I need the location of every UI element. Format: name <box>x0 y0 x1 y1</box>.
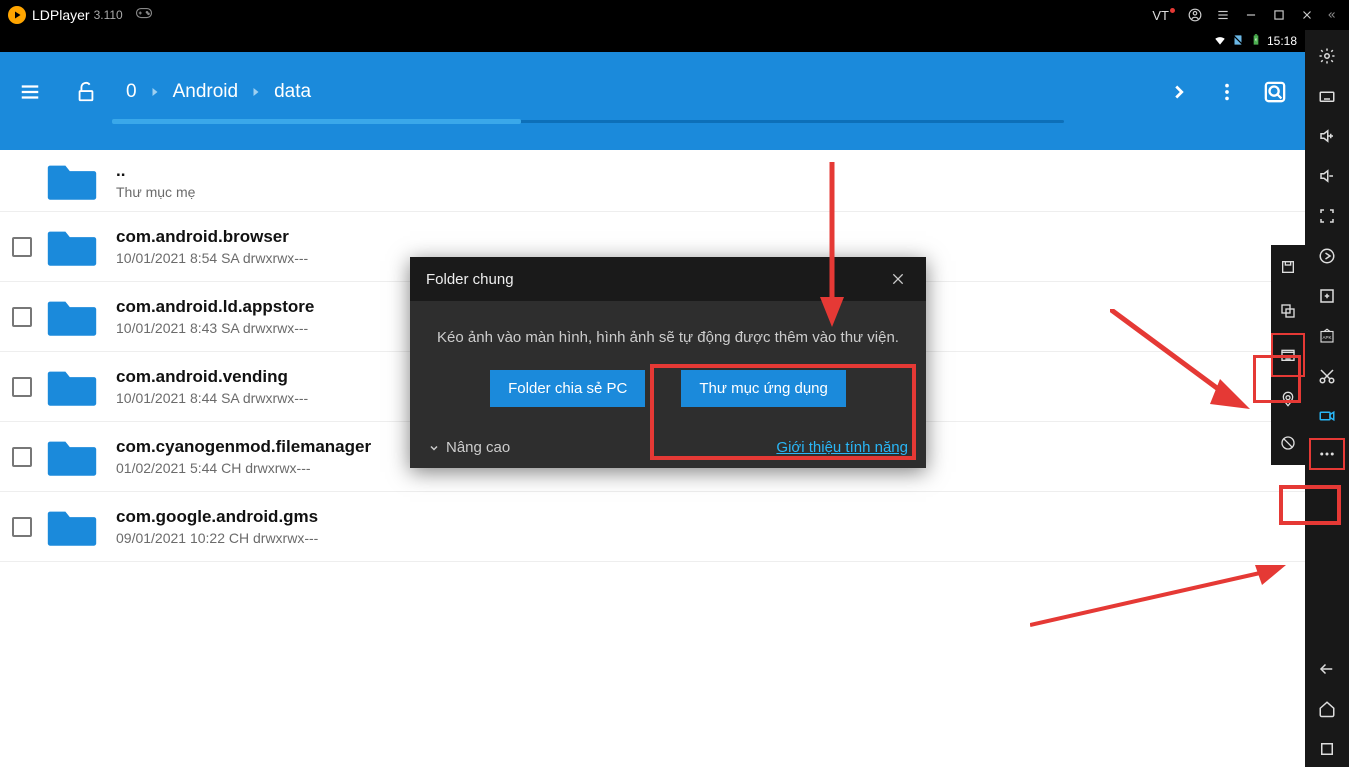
battery-icon <box>1249 33 1263 50</box>
dialog-title: Folder chung <box>426 271 514 288</box>
file-name: .. <box>116 159 1293 183</box>
dialog-description: Kéo ảnh vào màn hình, hình ảnh sẽ tự độn… <box>434 329 902 346</box>
svg-text:APK: APK <box>1322 335 1331 340</box>
android-status-bar: 15:18 <box>0 30 1305 52</box>
wifi-icon <box>1213 33 1227 50</box>
file-name: com.google.android.gms <box>116 505 1293 529</box>
app-folder-button[interactable]: Thư mục ứng dụng <box>681 370 845 407</box>
volume-up-icon[interactable] <box>1309 118 1345 154</box>
folder-icon <box>42 158 102 204</box>
search-icon[interactable] <box>1263 80 1287 104</box>
menu-icon[interactable] <box>1209 1 1237 29</box>
recent-apps-icon[interactable] <box>1309 731 1345 767</box>
breadcrumb[interactable]: 0 Android data <box>126 81 1149 103</box>
checkbox[interactable] <box>12 517 32 537</box>
checkbox[interactable] <box>12 307 32 327</box>
record-icon[interactable] <box>1309 398 1345 434</box>
apk-icon[interactable]: APK <box>1309 318 1345 354</box>
save-state-icon[interactable] <box>1271 245 1305 289</box>
no-sim-icon <box>1231 33 1245 50</box>
multi-window-icon[interactable] <box>1271 289 1305 333</box>
file-manager-header: 0 Android data <box>0 52 1305 150</box>
account-icon[interactable] <box>1181 1 1209 29</box>
gamepad-icon <box>135 6 153 24</box>
app-version: 3.110 <box>94 8 123 22</box>
folder-icon <box>42 224 102 270</box>
ldplayer-logo-icon <box>8 6 26 24</box>
folder-share-pc-button[interactable]: Folder chia sẻ PC <box>490 370 645 407</box>
parent-folder-row[interactable]: .. Thư mục mẹ <box>0 150 1305 212</box>
file-row[interactable]: com.google.android.gms 09/01/2021 10:22 … <box>0 492 1305 562</box>
folder-icon <box>42 434 102 480</box>
file-meta: 09/01/2021 10:22 CH drwxrwx--- <box>116 529 1293 549</box>
window-titlebar: LDPlayer 3.110 VT <box>0 0 1349 30</box>
no-location-icon[interactable] <box>1271 421 1305 465</box>
sync-icon[interactable] <box>1309 238 1345 274</box>
breadcrumb-scrollbar[interactable] <box>112 120 1064 123</box>
shared-folder-icon[interactable] <box>1271 333 1305 377</box>
folder-icon <box>42 294 102 340</box>
minimize-icon[interactable] <box>1237 1 1265 29</box>
add-window-icon[interactable] <box>1309 278 1345 314</box>
keyboard-icon[interactable] <box>1309 78 1345 114</box>
cut-icon[interactable] <box>1309 358 1345 394</box>
checkbox[interactable] <box>12 377 32 397</box>
secondary-toolbar <box>1271 245 1305 465</box>
fullscreen-icon[interactable] <box>1309 198 1345 234</box>
dialog-titlebar: Folder chung <box>410 257 926 301</box>
status-time: 15:18 <box>1267 34 1297 48</box>
folder-icon <box>42 504 102 550</box>
volume-down-icon[interactable] <box>1309 158 1345 194</box>
checkbox[interactable] <box>12 237 32 257</box>
emulator-toolbar: APK <box>1305 30 1349 767</box>
maximize-icon[interactable] <box>1265 1 1293 29</box>
folder-icon <box>42 364 102 410</box>
back-icon[interactable] <box>1309 651 1345 687</box>
location-icon[interactable] <box>1271 377 1305 421</box>
hamburger-menu-icon[interactable] <box>18 80 42 104</box>
vt-indicator: VT <box>1152 8 1169 23</box>
more-icon[interactable] <box>1309 438 1345 470</box>
settings-icon[interactable] <box>1309 38 1345 74</box>
forward-icon[interactable] <box>1167 80 1191 104</box>
checkbox[interactable] <box>12 447 32 467</box>
advanced-toggle[interactable]: Nâng cao <box>428 439 510 456</box>
shared-folder-dialog: Folder chung Kéo ảnh vào màn hình, hình … <box>410 257 926 468</box>
feature-intro-link[interactable]: Giới thiệu tính năng <box>776 439 908 456</box>
file-meta: Thư mục mẹ <box>116 183 1293 203</box>
overflow-menu-icon[interactable] <box>1215 80 1239 104</box>
close-window-icon[interactable] <box>1293 1 1321 29</box>
app-name: LDPlayer <box>32 7 90 23</box>
file-name: com.android.browser <box>116 225 1293 249</box>
unlock-icon[interactable] <box>74 80 98 104</box>
collapse-toolbar-icon[interactable] <box>1321 9 1341 21</box>
close-icon[interactable] <box>886 267 910 291</box>
home-icon[interactable] <box>1309 691 1345 727</box>
